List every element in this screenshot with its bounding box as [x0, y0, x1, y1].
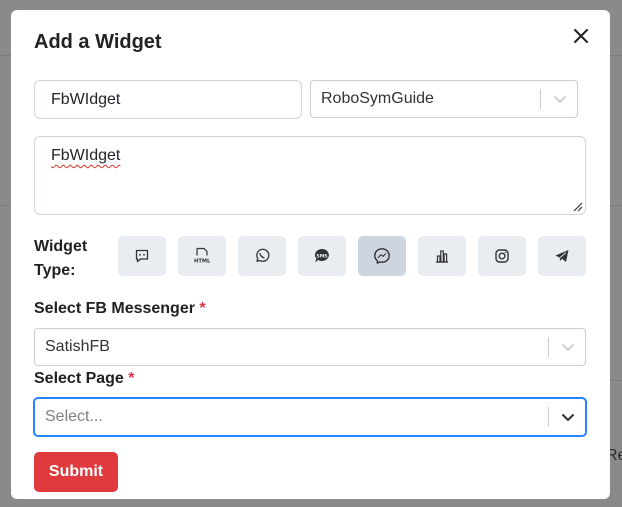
background-divider: [610, 55, 622, 56]
widget-type-sms-button[interactable]: SMS: [298, 236, 346, 276]
fb-messenger-label-text: Select FB Messenger: [34, 300, 195, 317]
background-divider: [0, 55, 11, 56]
select-separator: [548, 337, 549, 357]
guide-select[interactable]: RoboSymGuide: [310, 80, 578, 118]
resize-handle-icon[interactable]: [571, 200, 583, 212]
submit-button[interactable]: Submit: [34, 452, 118, 492]
modal-title: Add a Widget: [34, 31, 162, 53]
fb-messenger-select-value: SatishFB: [45, 338, 110, 355]
select-separator: [548, 407, 549, 427]
svg-text:HTML: HTML: [194, 259, 211, 265]
background-divider: [610, 205, 622, 206]
close-button[interactable]: [569, 24, 593, 48]
chevron-down-icon: [562, 344, 574, 351]
html-file-icon: HTML: [194, 247, 211, 265]
widget-type-chart-button[interactable]: [418, 236, 466, 276]
add-widget-modal: Add a Widget RoboSymGuide FbWIdget Widge…: [11, 10, 610, 499]
chevron-down-icon: [562, 414, 574, 421]
bar-chart-icon: [436, 250, 448, 263]
widget-type-chat-button[interactable]: [118, 236, 166, 276]
page-select-placeholder: Select...: [45, 408, 103, 425]
instagram-icon: [495, 249, 509, 263]
chevron-down-icon: [554, 96, 566, 103]
background-divider: [0, 205, 11, 206]
page-select[interactable]: Select...: [34, 398, 586, 436]
select-page-label: Select Page *: [34, 370, 135, 388]
widget-type-html-button[interactable]: HTML: [178, 236, 226, 276]
background-divider: [610, 380, 622, 381]
widget-type-messenger-button[interactable]: [358, 236, 406, 276]
widget-type-telegram-button[interactable]: [538, 236, 586, 276]
guide-select-value: RoboSymGuide: [321, 90, 434, 107]
close-icon: [574, 29, 588, 43]
fb-messenger-select[interactable]: SatishFB: [34, 328, 586, 366]
select-page-label-text: Select Page: [34, 370, 124, 387]
select-separator: [540, 89, 541, 109]
svg-text:SMS: SMS: [316, 253, 327, 259]
required-marker: *: [199, 300, 206, 317]
telegram-icon: [555, 250, 569, 262]
widget-description-textarea[interactable]: FbWIdget: [34, 136, 586, 215]
description-text: FbWIdget: [51, 147, 121, 164]
widget-type-whatsapp-button[interactable]: [238, 236, 286, 276]
widget-type-label: Widget Type:: [34, 238, 88, 279]
whatsapp-icon: [256, 248, 270, 262]
sms-icon: SMS: [315, 249, 329, 263]
widget-name-input[interactable]: [34, 80, 302, 119]
widget-type-instagram-button[interactable]: [478, 236, 526, 276]
required-marker: *: [128, 370, 135, 387]
messenger-icon: [374, 248, 390, 264]
chat-icon: [135, 249, 149, 263]
fb-messenger-label: Select FB Messenger *: [34, 300, 206, 318]
